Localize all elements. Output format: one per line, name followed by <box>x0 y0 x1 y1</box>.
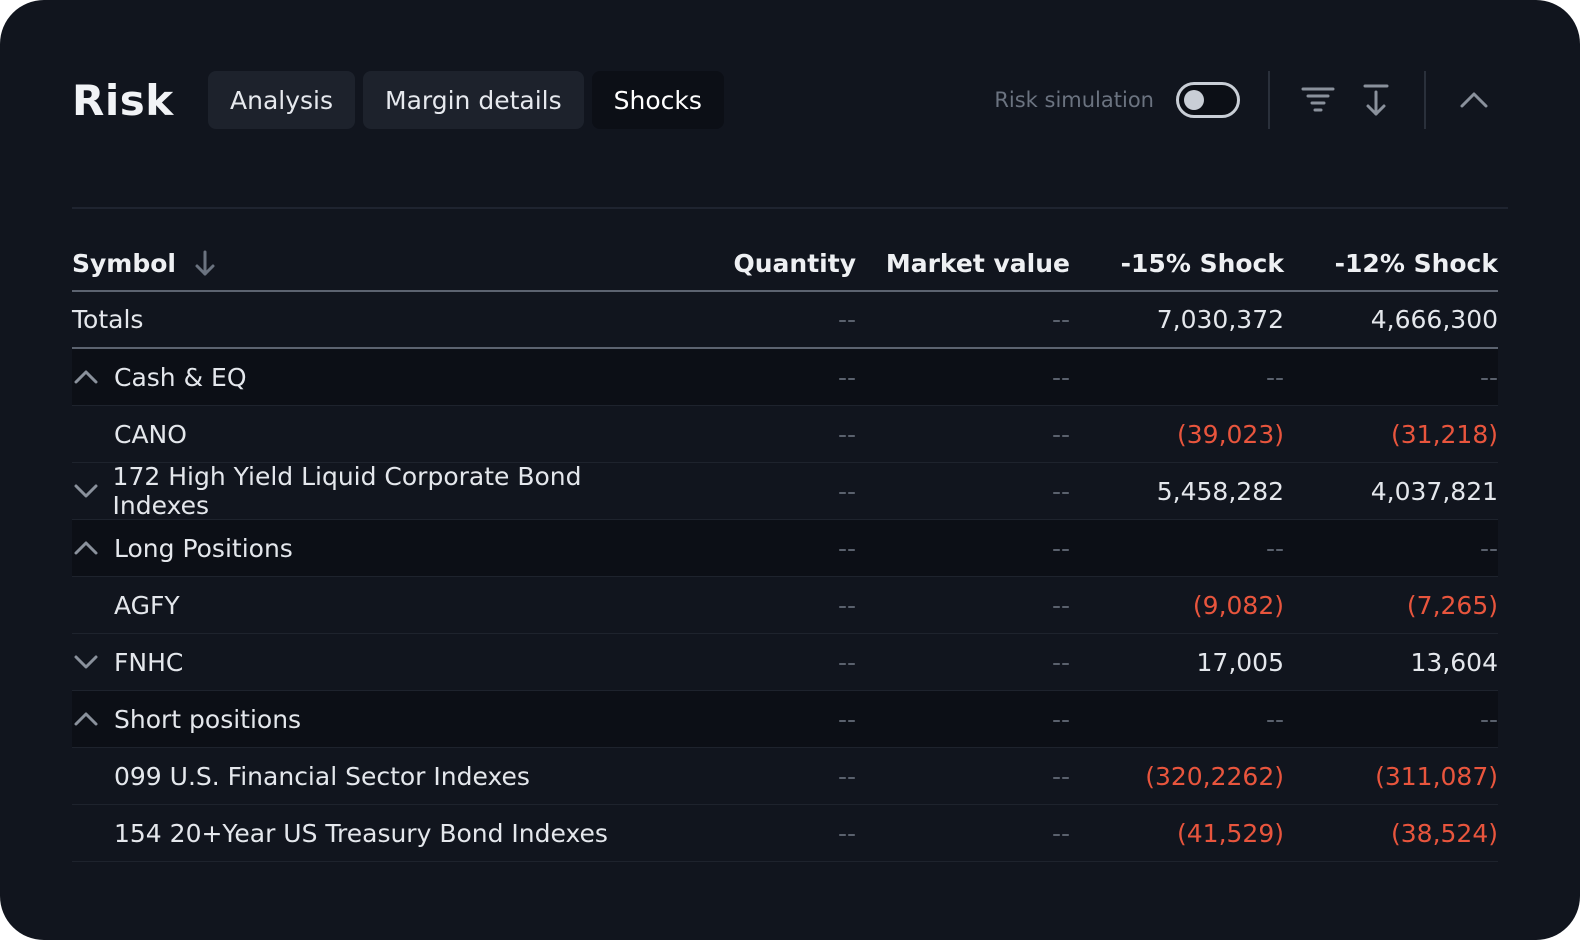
cell-market-value: -- <box>1051 533 1070 563</box>
cell-shock-12: -- <box>1479 704 1498 734</box>
cell-shock-12: -- <box>1479 533 1498 563</box>
cell-quantity: -- <box>837 647 856 677</box>
cell-quantity: -- <box>837 362 856 392</box>
chevron-up-icon[interactable] <box>72 710 114 728</box>
cell-shock-12: (7,265) <box>1406 590 1498 620</box>
table-row-group[interactable]: Long Positions -- -- -- -- <box>72 520 1498 577</box>
cell-quantity: -- <box>837 761 856 791</box>
cell-shock-15: (41,529) <box>1177 818 1284 848</box>
toggle-knob <box>1184 90 1204 110</box>
row-label: Cash & EQ <box>114 362 247 392</box>
table-row[interactable]: 154 20+Year US Treasury Bond Indexes -- … <box>72 805 1498 862</box>
cell-shock-15: 7,030,372 <box>1156 305 1284 334</box>
tab-bar: Analysis Margin details Shocks <box>208 71 724 129</box>
column-symbol-label: Symbol <box>72 248 176 278</box>
row-label: 154 20+Year US Treasury Bond Indexes <box>114 818 608 848</box>
tab-shocks[interactable]: Shocks <box>591 71 724 129</box>
header-controls: Risk simulation <box>994 70 1508 130</box>
cell-shock-12: 4,037,821 <box>1370 476 1498 506</box>
cell-market-value: -- <box>1051 818 1070 848</box>
cell-shock-12: (38,524) <box>1391 818 1498 848</box>
table-header: Symbol Quantity Market value -15% Shock … <box>72 236 1498 292</box>
cell-quantity: -- <box>837 533 856 563</box>
risk-panel: Risk Analysis Margin details Shocks Risk… <box>0 0 1580 940</box>
table-row[interactable]: AGFY -- -- (9,082) (7,265) <box>72 577 1498 634</box>
cell-shock-15: -- <box>1265 362 1284 392</box>
cell-market-value: -- <box>1051 761 1070 791</box>
cell-shock-12: 13,604 <box>1410 647 1498 677</box>
divider <box>1424 71 1426 129</box>
cell-shock-15: 5,458,282 <box>1156 476 1284 506</box>
cell-quantity: -- <box>837 590 856 620</box>
cell-shock-15: -- <box>1265 533 1284 563</box>
column-market-value[interactable]: Market value <box>856 249 1070 278</box>
page-title: Risk <box>72 75 174 125</box>
cell-shock-15: (320,2262) <box>1145 761 1284 791</box>
panel-header: Risk Analysis Margin details Shocks Risk… <box>72 70 1508 130</box>
row-label: AGFY <box>114 590 180 620</box>
column-shock-15[interactable]: -15% Shock <box>1070 249 1284 278</box>
row-label: 099 U.S. Financial Sector Indexes <box>114 761 530 791</box>
table-row-collapsible[interactable]: 172 High Yield Liquid Corporate Bond Ind… <box>72 462 1498 520</box>
cell-shock-12: (311,087) <box>1375 761 1498 791</box>
chevron-up-icon[interactable] <box>72 539 114 557</box>
risk-simulation-label: Risk simulation <box>994 88 1154 112</box>
chevron-up-icon[interactable] <box>72 368 114 386</box>
table-row[interactable]: 099 U.S. Financial Sector Indexes -- -- … <box>72 748 1498 805</box>
table-row-group[interactable]: Cash & EQ -- -- -- -- <box>72 349 1498 406</box>
cell-quantity: -- <box>837 818 856 848</box>
cell-market-value: -- <box>1051 590 1070 620</box>
table-row[interactable]: CANO -- -- (39,023) (31,218) <box>72 406 1498 463</box>
totals-row: Totals -- -- 7,030,372 4,666,300 <box>72 292 1498 349</box>
chevron-up-icon[interactable] <box>1454 80 1494 120</box>
tab-margin-details[interactable]: Margin details <box>363 71 584 129</box>
download-icon[interactable] <box>1356 80 1396 120</box>
shocks-table: Symbol Quantity Market value -15% Shock … <box>72 236 1498 862</box>
row-label: Short positions <box>114 704 302 734</box>
cell-shock-15: (9,082) <box>1192 590 1284 620</box>
divider <box>1268 71 1270 129</box>
arrow-down-icon[interactable] <box>194 249 216 277</box>
cell-quantity: -- <box>837 704 856 734</box>
column-symbol[interactable]: Symbol <box>72 249 666 278</box>
cell-market-value: -- <box>1051 647 1070 677</box>
row-label: 172 High Yield Liquid Corporate Bond Ind… <box>112 462 582 520</box>
row-label: FNHC <box>114 647 184 677</box>
filter-icon[interactable] <box>1298 80 1338 120</box>
cell-shock-15: (39,023) <box>1177 419 1284 449</box>
cell-quantity: -- <box>837 305 856 334</box>
cell-quantity: -- <box>837 476 856 506</box>
tab-analysis[interactable]: Analysis <box>208 71 356 129</box>
cell-market-value: -- <box>1051 419 1070 449</box>
row-label: Long Positions <box>114 533 293 563</box>
cell-market-value: -- <box>1051 476 1070 506</box>
totals-label: Totals <box>72 305 144 334</box>
risk-simulation-toggle[interactable] <box>1176 82 1240 118</box>
column-quantity[interactable]: Quantity <box>666 249 857 278</box>
cell-shock-15: -- <box>1265 704 1284 734</box>
chevron-down-icon[interactable] <box>72 482 113 500</box>
column-shock-12[interactable]: -12% Shock <box>1284 249 1498 278</box>
cell-market-value: -- <box>1051 305 1070 334</box>
chevron-down-icon[interactable] <box>72 653 114 671</box>
table-row-group[interactable]: Short positions -- -- -- -- <box>72 691 1498 748</box>
cell-shock-12: (31,218) <box>1391 419 1498 449</box>
cell-shock-15: 17,005 <box>1196 647 1284 677</box>
cell-shock-12: 4,666,300 <box>1370 305 1498 334</box>
cell-quantity: -- <box>837 419 856 449</box>
cell-market-value: -- <box>1051 362 1070 392</box>
row-label: CANO <box>114 419 187 449</box>
table-row-collapsible[interactable]: FNHC -- -- 17,005 13,604 <box>72 634 1498 691</box>
cell-market-value: -- <box>1051 704 1070 734</box>
cell-shock-12: -- <box>1479 362 1498 392</box>
section-divider <box>72 207 1508 209</box>
